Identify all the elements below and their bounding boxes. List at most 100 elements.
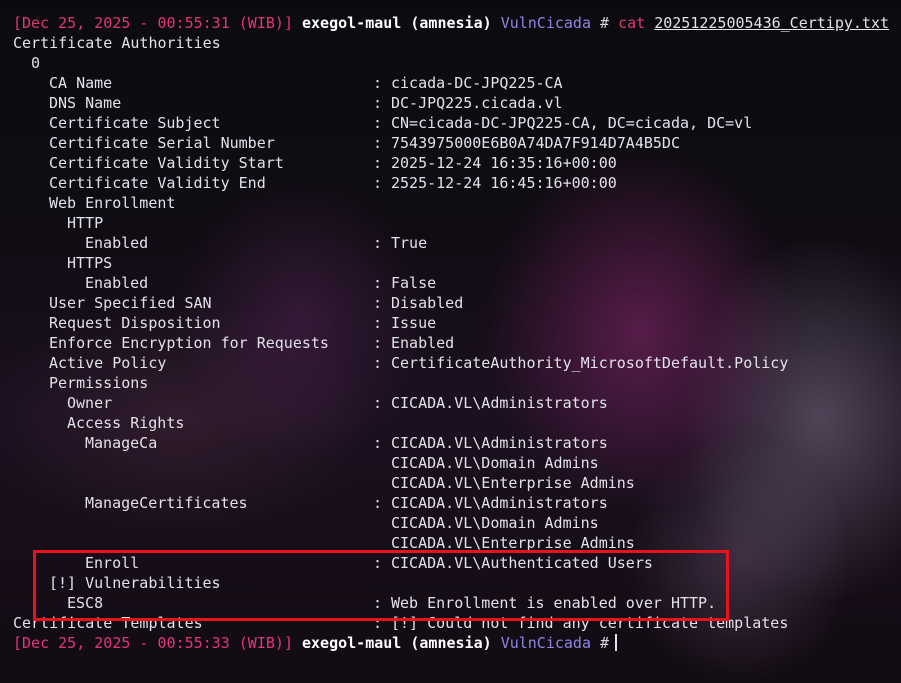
kv-continuation: CICADA.VL\Domain Admins — [13, 513, 893, 533]
kv-continuation: CICADA.VL\Enterprise Admins — [13, 473, 893, 493]
kv-value: True — [391, 234, 428, 252]
kv-value: 2025-12-24 16:35:16+00:00 — [391, 154, 617, 172]
kv-key: Certificate Validity Start — [49, 154, 284, 172]
kv-row: Certificate Validity End:2525-12-24 16:4… — [13, 173, 893, 193]
kv-row: Enabled: True — [13, 233, 893, 253]
kv-value: Web Enrollment is enabled over HTTP. — [391, 594, 717, 612]
kv-separator: : — [373, 394, 383, 412]
command-prompt-line: [Dec 25, 2025 - 00:55:31 (WIB)] exegol-m… — [13, 13, 893, 33]
prompt-directory: VulnCicada — [500, 14, 591, 32]
kv-value: Disabled — [391, 294, 464, 312]
kv-value: CICADA.VL\Authenticated Users — [391, 554, 653, 572]
prompt-datetime: Dec 25, 2025 - 00:55:33 (WIB) — [22, 634, 284, 652]
command-prompt-line[interactable]: [Dec 25, 2025 - 00:55:33 (WIB)] exegol-m… — [13, 633, 893, 653]
section-heading: Certificate Authorities — [13, 33, 893, 53]
kv-value: CICADA.VL\Administrators — [391, 394, 608, 412]
http-label: HTTP — [67, 214, 104, 232]
kv-row: Enroll: CICADA.VL\Authenticated Users — [13, 553, 893, 573]
kv-key: Certificate Templates — [13, 614, 203, 632]
kv-key: Active Policy — [49, 354, 167, 372]
kv-key: CA Name — [49, 74, 113, 92]
kv-value: CertificateAuthority_MicrosoftDefault.Po… — [391, 354, 789, 372]
kv-value: cicada-DC-JPQ225-CA — [391, 74, 563, 92]
subsection-heading: Web Enrollment — [13, 193, 893, 213]
kv-value: 7543975000E6B0A74DA7F914D7A4B5DC — [391, 134, 680, 152]
kv-key: ManageCertificates — [85, 494, 248, 512]
kv-value: [!] Could not find any certificate templ… — [391, 614, 789, 632]
subsection-heading: Permissions — [13, 373, 893, 393]
text-cursor — [615, 634, 618, 651]
kv-key: ManageCa — [85, 434, 158, 452]
prompt-open-bracket: [ — [13, 14, 23, 32]
kv-separator: : — [373, 294, 383, 312]
ca-index: 0 — [31, 54, 41, 72]
kv-key: Certificate Serial Number — [49, 134, 275, 152]
kv-continuation: CICADA.VL\Enterprise Admins — [13, 533, 893, 553]
kv-separator: : — [373, 234, 383, 252]
kv-row: ManageCa: CICADA.VL\Administrators — [13, 433, 893, 453]
kv-value: DC-JPQ225.cicada.vl — [391, 94, 563, 112]
kv-row: Active Policy: CertificateAuthority_Micro… — [13, 353, 893, 373]
kv-key: ESC8 — [67, 594, 104, 612]
kv-key: Enroll — [85, 554, 140, 572]
kv-value: CICADA.VL\Enterprise Admins — [391, 474, 635, 492]
kv-value: 2525-12-24 16:45:16+00:00 — [391, 174, 617, 192]
kv-separator: : — [373, 114, 383, 132]
prompt-close-bracket: ] — [283, 14, 293, 32]
kv-value: CICADA.VL\Administrators — [391, 494, 608, 512]
prompt-datetime: Dec 25, 2025 - 00:55:31 (WIB) — [22, 14, 284, 32]
kv-row: Request Disposition: Issue — [13, 313, 893, 333]
kv-key: Certificate Validity End — [49, 174, 266, 192]
kv-separator: : — [373, 614, 383, 632]
kv-value: CICADA.VL\Domain Admins — [391, 454, 599, 472]
kv-separator: : — [373, 434, 383, 452]
kv-key: Owner — [67, 394, 113, 412]
kv-row: Certificate Serial Number:7543975000E6B0… — [13, 133, 893, 153]
kv-row: Certificate Templates: [!] Could not find… — [13, 613, 893, 633]
kv-row: Certificate Validity Start:2025-12-24 16… — [13, 153, 893, 173]
kv-key: Certificate Subject — [49, 114, 221, 132]
https-label: HTTPS — [67, 254, 113, 272]
prompt-user-host: exegol-maul (amnesia) — [302, 634, 492, 652]
kv-separator: : — [373, 494, 383, 512]
kv-key: Enabled — [85, 234, 149, 252]
kv-value: CICADA.VL\Domain Admins — [391, 514, 599, 532]
kv-value: CN=cicada-DC-JPQ225-CA, DC=cicada, DC=vl — [391, 114, 753, 132]
kv-key: DNS Name — [49, 94, 122, 112]
kv-row: ManageCertificates: CICADA.VL\Administrat… — [13, 493, 893, 513]
kv-separator: : — [373, 154, 383, 172]
kv-separator: : — [373, 314, 383, 332]
section-ca-label: Certificate Authorities — [13, 34, 221, 52]
kv-separator: : — [373, 554, 383, 572]
prompt-close-bracket: ] — [283, 634, 293, 652]
kv-row: User Specified SAN: Disabled — [13, 293, 893, 313]
kv-key: Enforce Encryption for Requests — [49, 334, 329, 352]
kv-separator: : — [373, 274, 383, 292]
prompt-directory: VulnCicada — [500, 634, 591, 652]
kv-separator: : — [373, 74, 383, 92]
kv-value: Enabled — [391, 334, 455, 352]
command-name: cat — [618, 14, 646, 32]
terminal-output[interactable]: [Dec 25, 2025 - 00:55:31 (WIB)] exegol-m… — [13, 13, 893, 653]
kv-separator: : — [373, 174, 383, 192]
kv-separator: : — [373, 134, 383, 152]
prompt-open-bracket: [ — [13, 634, 23, 652]
prompt-hash: # — [600, 14, 610, 32]
kv-row: Certificate Subject: CN=cicada-DC-JPQ225-… — [13, 113, 893, 133]
kv-row: DNS Name: DC-JPQ225.cicada.vl — [13, 93, 893, 113]
kv-value: Issue — [391, 314, 437, 332]
prompt-hash: # — [600, 634, 610, 652]
kv-separator: : — [373, 94, 383, 112]
kv-continuation: CICADA.VL\Domain Admins — [13, 453, 893, 473]
kv-key: Enabled — [85, 274, 149, 292]
kv-value: CICADA.VL\Enterprise Admins — [391, 534, 635, 552]
permissions-label: Permissions — [49, 374, 149, 392]
command-file-argument[interactable]: 20251225005436_Certipy.txt — [654, 14, 889, 32]
kv-row: Enabled: False — [13, 273, 893, 293]
kv-row: Enforce Encryption for Requests: Enabled — [13, 333, 893, 353]
kv-separator: : — [373, 354, 383, 372]
kv-key: User Specified SAN — [49, 294, 212, 312]
kv-row: CA Name: cicada-DC-JPQ225-CA — [13, 73, 893, 93]
kv-key: Request Disposition — [49, 314, 221, 332]
kv-row: Owner: CICADA.VL\Administrators — [13, 393, 893, 413]
